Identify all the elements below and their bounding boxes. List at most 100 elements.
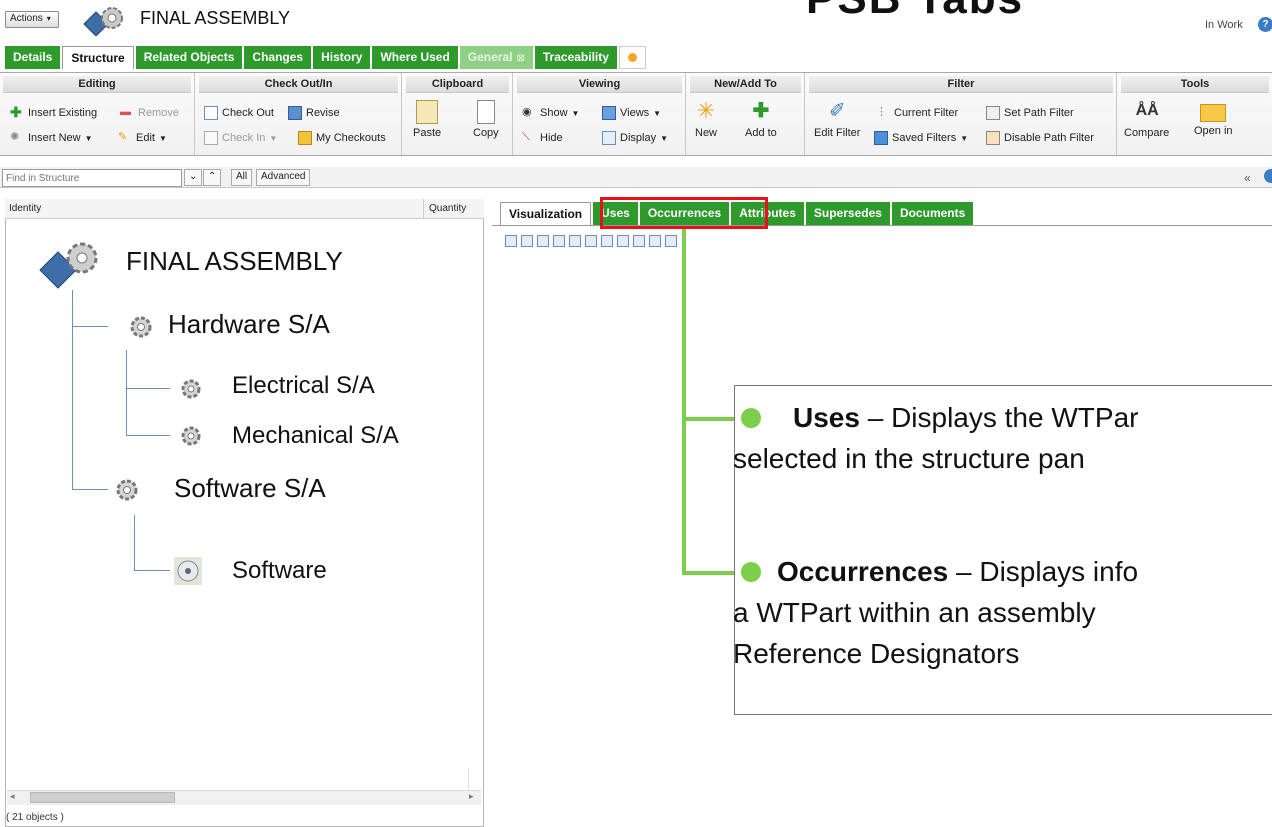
edit-filter-button[interactable]: ✐ Edit Filter [814, 100, 860, 139]
page-icon[interactable] [601, 235, 613, 247]
slide-title: PSB Tabs [806, 0, 1024, 24]
hide-button[interactable]: ⟍ Hide [522, 131, 563, 145]
tools-group: Tools ÅÅ Compare Open in [1118, 73, 1272, 155]
check-in-button[interactable]: Check In ▼ [204, 131, 277, 145]
find-in-structure-input[interactable] [2, 169, 182, 187]
scrollbar-thumb[interactable] [30, 792, 175, 803]
occurrences-description-line1: Occurrences – Displays info [777, 556, 1139, 587]
zoom-fit-icon[interactable] [505, 235, 517, 247]
editing-group-title: Editing [3, 76, 191, 93]
vertical-scrollbar[interactable] [468, 768, 480, 790]
tab-traceability[interactable]: Traceability [534, 46, 617, 69]
check-in-icon [204, 131, 218, 145]
show-button[interactable]: ◉ Show ▼ [522, 106, 579, 120]
insert-existing-button[interactable]: ✚ Insert Existing [10, 105, 97, 120]
scroll-left-icon[interactable]: ◂ [10, 791, 15, 802]
edit-filter-icon: ✐ [828, 100, 846, 122]
tab-bar: Details Structure Related Objects Change… [5, 46, 648, 69]
views-grid-icon [602, 106, 616, 120]
tree-connector [126, 350, 127, 436]
tree-connector [72, 489, 108, 490]
display-table-icon [602, 131, 616, 145]
chevron-down-icon: ▼ [571, 108, 580, 118]
tab-where-used[interactable]: Where Used [372, 46, 458, 69]
measure-icon[interactable] [633, 235, 645, 247]
new-button[interactable]: ✳ New [695, 100, 717, 140]
remove-button[interactable]: ▬ Remove [120, 106, 179, 120]
revise-button[interactable]: Revise [288, 106, 340, 120]
zoom-select-icon[interactable] [537, 235, 549, 247]
help-icon[interactable]: ? [1258, 17, 1272, 32]
uses-description-line2: selected in the structure pan [733, 443, 1085, 474]
tree-connector [126, 435, 170, 436]
page-title: FINAL ASSEMBLY [140, 8, 291, 28]
chevron-down-icon: ▾ [46, 14, 51, 23]
tab-related-objects[interactable]: Related Objects [135, 46, 243, 69]
copy-button[interactable]: Copy [473, 100, 499, 139]
clipboard-group: Clipboard Paste Copy [403, 73, 513, 155]
tree-node-label: Hardware S/A [168, 309, 330, 339]
scroll-right-icon[interactable]: ▸ [469, 791, 474, 802]
disable-path-filter-button[interactable]: Disable Path Filter [986, 131, 1094, 145]
chevron-up-icon: ⌃ [208, 171, 217, 182]
tab-visualization[interactable]: Visualization [500, 202, 592, 225]
set-path-filter-button[interactable]: Set Path Filter [986, 106, 1074, 120]
check-out-button[interactable]: Check Out [204, 106, 274, 120]
cd-disc-icon [174, 557, 202, 585]
tree-connector [72, 326, 108, 327]
insert-new-button[interactable]: ✺ Insert New ▼ [10, 131, 93, 145]
pointer-icon[interactable] [617, 235, 629, 247]
add-tab-button[interactable] [618, 46, 646, 69]
actions-menu-button[interactable]: Actions ▾ [5, 11, 59, 28]
collapse-icon[interactable]: « [1244, 171, 1251, 185]
path-icon[interactable] [553, 235, 565, 247]
compare-button[interactable]: ÅÅ Compare [1124, 100, 1169, 139]
zoom-window-icon[interactable] [521, 235, 533, 247]
hide-icon: ⟍ [522, 131, 530, 143]
views-button[interactable]: Views ▼ [602, 106, 661, 120]
tab-history[interactable]: History [313, 46, 371, 69]
find-previous-button[interactable]: ⌃ [203, 169, 221, 186]
saved-filters-icon [874, 131, 888, 145]
binoculars-icon: ÅÅ [1135, 102, 1159, 119]
add-tab-icon [625, 51, 639, 64]
my-checkouts-button[interactable]: My Checkouts [298, 131, 386, 145]
open-in-button[interactable]: Open in [1194, 100, 1233, 137]
copy-icon [476, 100, 495, 124]
add-to-button[interactable]: ✚ Add to [745, 100, 777, 139]
tab-structure[interactable]: Structure [62, 46, 134, 69]
find-all-button[interactable]: All [231, 169, 253, 186]
checkout-group-title: Check Out/In [199, 76, 398, 93]
edit-button[interactable]: ✎ Edit ▼ [118, 131, 167, 145]
tools-group-title: Tools [1121, 76, 1269, 93]
column-divider [423, 199, 424, 219]
tab-general[interactable]: General ⊠ [459, 46, 533, 69]
saved-filters-button[interactable]: Saved Filters ▼ [874, 131, 968, 145]
chevron-down-icon: ▼ [653, 108, 662, 118]
viewing-group: Viewing ◉ Show ▼ Views ▼ ⟍ Hide Display ▼ [514, 73, 686, 155]
highlight-box [600, 197, 768, 229]
display-button[interactable]: Display ▼ [602, 131, 668, 145]
tab-supersedes[interactable]: Supersedes [805, 202, 890, 225]
hand-icon[interactable] [665, 235, 677, 247]
advanced-search-button[interactable]: Advanced [256, 169, 311, 186]
paste-button[interactable]: Paste [413, 100, 441, 139]
quantity-column-header[interactable]: Quantity [429, 203, 466, 214]
tab-documents[interactable]: Documents [891, 202, 974, 225]
tab-changes[interactable]: Changes [244, 46, 312, 69]
close-tab-icon[interactable]: ⊠ [517, 53, 525, 64]
find-next-button[interactable]: ⌄ [184, 169, 202, 186]
gear-icon [181, 379, 201, 399]
select-region-icon[interactable] [585, 235, 597, 247]
occurrences-description-line2: a WTPart within an assembly [733, 597, 1096, 628]
gear-icon [116, 479, 138, 501]
tab-details[interactable]: Details [5, 46, 61, 69]
eye-icon: ◉ [522, 106, 532, 118]
current-filter-button[interactable]: ⋮ Current Filter [876, 106, 958, 120]
editing-group: Editing ✚ Insert Existing ▬ Remove ✺ Ins… [0, 73, 195, 155]
filter-tool-icon[interactable] [569, 235, 581, 247]
part-icon[interactable] [649, 235, 661, 247]
help-icon-2[interactable] [1264, 169, 1272, 183]
identity-column-header[interactable]: Identity [9, 203, 41, 214]
checkout-group: Check Out/In Check Out Revise Check In ▼ … [196, 73, 402, 155]
